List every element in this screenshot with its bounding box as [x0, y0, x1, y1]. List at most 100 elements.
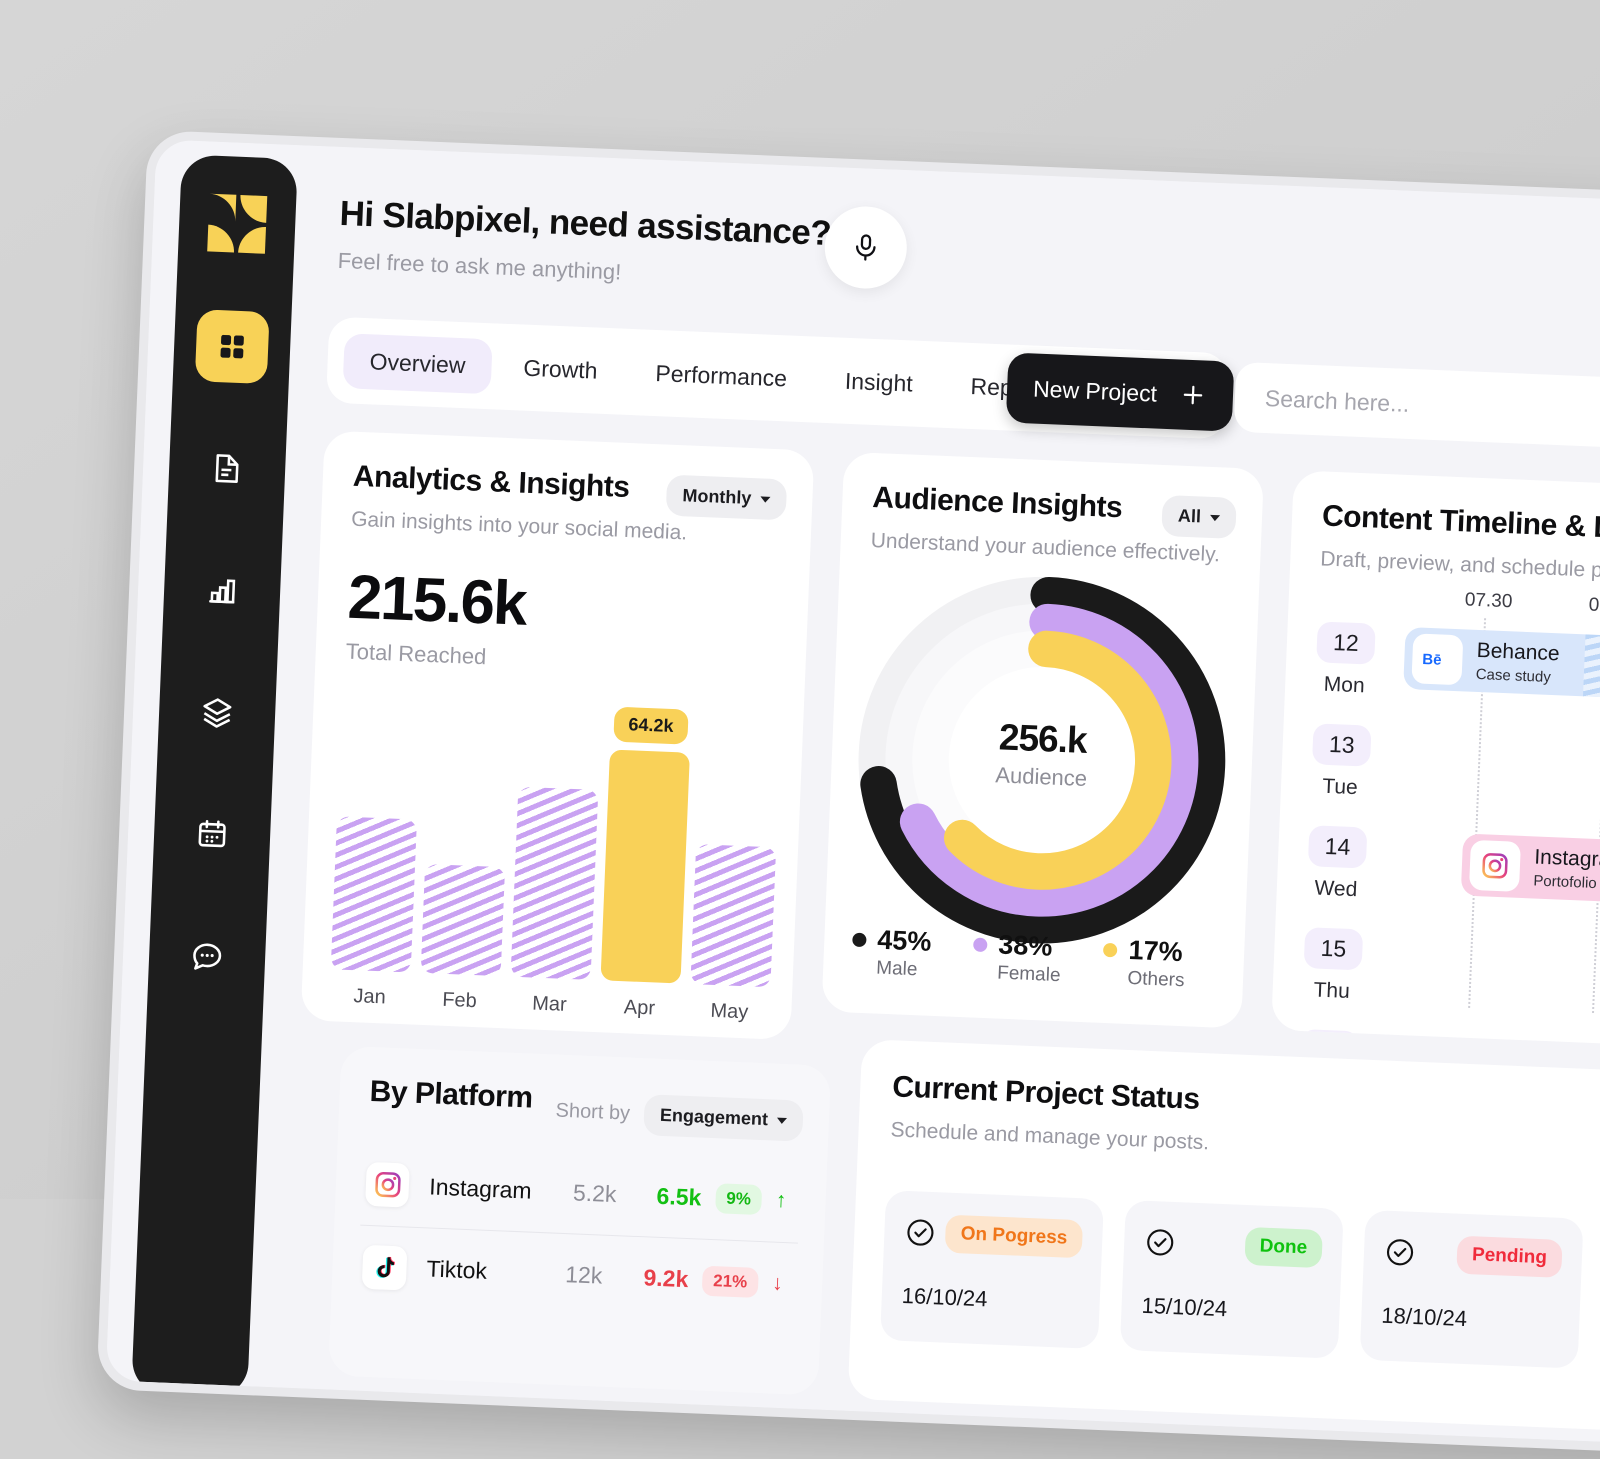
bar-column: Jan [331, 709, 422, 972]
sidebar-item-analytics[interactable] [185, 553, 260, 628]
timeline-subtitle: Draft, preview, and schedule posts [1320, 547, 1600, 587]
bar-column: Feb [421, 713, 512, 976]
tab-growth[interactable]: Growth [496, 339, 624, 399]
timeline-day-name: Tue [1303, 774, 1378, 801]
search-bar[interactable] [1234, 362, 1600, 457]
project-status-card: Current Project Status Schedule and mana… [848, 1039, 1600, 1440]
analytics-period-dropdown[interactable]: Monthly [666, 475, 788, 521]
audience-insights-card: Audience Insights Understand your audien… [821, 452, 1264, 1029]
chat-bubble-icon [189, 938, 224, 973]
document-icon [210, 451, 245, 486]
sidebar [131, 154, 298, 1398]
behance-icon: Bē [1411, 633, 1463, 685]
timeline-event-behance[interactable]: Bē Behance Case study [1403, 627, 1600, 702]
bar-column: 64.2k Apr [601, 720, 692, 983]
timeline-day-number: 12 [1316, 621, 1375, 664]
timeline-row: 15 Thu [1293, 927, 1600, 1052]
platform-row-tiktok[interactable]: Tiktok 12k 9.2k 21% ↓ [357, 1225, 798, 1325]
timeline-day-number: 15 [1304, 927, 1363, 970]
platform-value: 5.2k [531, 1177, 617, 1207]
sidebar-item-documents[interactable] [190, 431, 265, 506]
platform-value: 12k [516, 1259, 603, 1290]
tab-performance[interactable]: Performance [628, 344, 814, 406]
legend-label: Others [1127, 968, 1185, 992]
event-title: Behance [1476, 639, 1560, 666]
tab-overview[interactable]: Overview [343, 333, 493, 394]
bar-value-tooltip: 64.2k [614, 706, 688, 744]
platform-engagement: 9.2k [602, 1263, 689, 1294]
trend-down-icon: ↓ [772, 1271, 793, 1296]
event-title: Instagram Reels [1534, 845, 1600, 876]
event-subtitle: Case study [1475, 666, 1559, 686]
audience-subtitle: Understand your audience effectively. [870, 529, 1220, 567]
layers-icon [199, 695, 234, 730]
new-project-button[interactable]: New Project [1006, 352, 1235, 431]
event-stripe [1583, 634, 1600, 702]
timeline-date: 15 Thu [1294, 927, 1371, 1005]
reach-bar-chart: Jan Feb Mar 64.2k Apr May [331, 709, 781, 987]
bar-mar[interactable] [511, 787, 599, 980]
search-input[interactable] [1264, 385, 1600, 434]
status-date: 16/10/24 [901, 1283, 1080, 1316]
bar-apr[interactable] [601, 749, 690, 983]
plus-icon [1178, 381, 1207, 410]
chevron-down-icon [1210, 514, 1220, 520]
status-date: 18/10/24 [1381, 1303, 1560, 1336]
by-platform-card: By Platform Short by Engagement [328, 1046, 831, 1396]
timeline-event-instagram[interactable]: Instagram Reels Portofolio Compilation V [1461, 834, 1600, 912]
legend-item-others: 17% Others [1102, 934, 1186, 992]
legend-dot [852, 933, 867, 948]
audience-filter-dropdown[interactable]: All [1161, 495, 1237, 539]
tiktok-icon [362, 1244, 408, 1290]
bar-jan[interactable] [331, 816, 417, 973]
bar-column: Mar [511, 717, 602, 980]
project-status-list: On Pogress 16/10/24 Done 15/10/24 [880, 1190, 1584, 1368]
greeting-block: Hi Slabpixel, need assistance? 👋 Feel fr… [337, 193, 1100, 305]
timeline-event-tiktok[interactable]: TikTok Interview [1590, 1043, 1600, 1054]
platform-change-badge: 21% [702, 1265, 759, 1297]
bar-feb[interactable] [421, 864, 505, 976]
tab-insight[interactable]: Insight [818, 352, 940, 412]
bar-may[interactable] [690, 844, 776, 988]
app-window: Hi Slabpixel, need assistance? 👋 Feel fr… [96, 130, 1600, 1459]
bar-label: Apr [623, 996, 655, 1020]
check-circle-icon [1383, 1236, 1416, 1269]
sidebar-item-messages[interactable] [170, 919, 245, 994]
sidebar-item-calendar[interactable] [175, 797, 250, 872]
sidebar-item-layers[interactable] [180, 675, 255, 750]
content-timeline-card: Content Timeline & Deadline Draft, previ… [1271, 470, 1600, 1054]
project-status-item[interactable]: Pending 18/10/24 [1360, 1210, 1584, 1369]
desktop-backdrop: Hi Slabpixel, need assistance? 👋 Feel fr… [0, 0, 1600, 1199]
microphone-icon [849, 231, 882, 264]
platform-name: Instagram [429, 1173, 532, 1204]
legend-dot [1103, 943, 1118, 958]
n-logo-icon[interactable] [203, 189, 272, 258]
timeline-day-number: 15 [1300, 1029, 1359, 1054]
status-date: 15/10/24 [1141, 1293, 1320, 1326]
project-status-item[interactable]: Done 15/10/24 [1120, 1200, 1344, 1359]
timeline-date: 13 Tue [1303, 723, 1380, 801]
chevron-down-icon [760, 496, 770, 502]
sidebar-item-dashboard[interactable] [195, 309, 270, 384]
sort-dropdown[interactable]: Engagement [643, 1094, 804, 1141]
audience-filter-value: All [1178, 506, 1202, 528]
sort-label: Short by [555, 1100, 630, 1126]
total-reached-value: 215.6k [347, 562, 527, 640]
project-status-title: Current Project Status [892, 1070, 1212, 1117]
calendar-icon [194, 817, 229, 852]
chevron-down-icon [777, 1117, 787, 1123]
timeline-date: 12 Mon [1307, 621, 1384, 699]
analytics-card: Analytics & Insights Gain insights into … [301, 431, 815, 1041]
legend-label: Female [997, 963, 1061, 988]
status-badge: On Pogress [945, 1215, 1083, 1259]
event-subtitle: Portofolio Compilation V [1533, 872, 1600, 896]
timeline-date: 15 Thu [1290, 1029, 1367, 1055]
legend-percent: 17% [1128, 935, 1183, 967]
trend-up-icon: ↑ [775, 1189, 796, 1214]
project-status-item[interactable]: On Pogress 16/10/24 [880, 1190, 1104, 1349]
time-mark: 07.30 [1464, 589, 1512, 613]
platform-engagement: 6.5k [616, 1181, 702, 1211]
bar-column: May [690, 724, 781, 987]
analytics-subtitle: Gain insights into your social media. [351, 508, 688, 546]
new-project-label: New Project [1033, 375, 1158, 407]
